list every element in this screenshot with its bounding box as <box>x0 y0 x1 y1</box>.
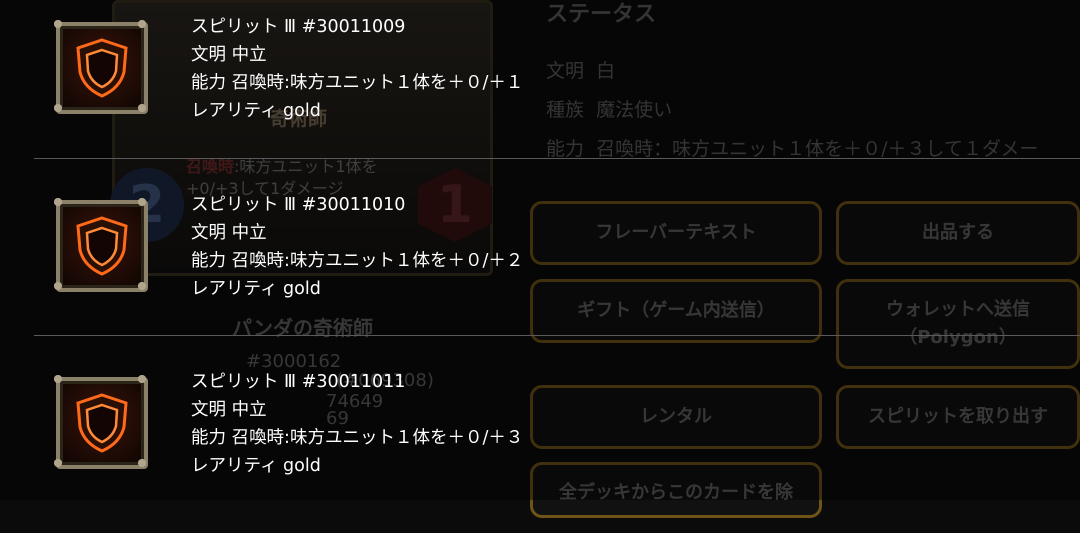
spirit-list-item[interactable]: スピリット Ⅲ #30011011 文明 中立 能力 召喚時:味方ユニット１体を… <box>0 355 1080 533</box>
list-divider <box>34 158 1080 159</box>
spirit-ability: 能力 召喚時:味方ユニット１体を＋０/＋３ <box>191 428 524 448</box>
spirit-civilization: 文明 中立 <box>191 45 267 65</box>
list-divider <box>34 335 1080 336</box>
spirit-civilization: 文明 中立 <box>191 400 267 420</box>
spirit-list-item[interactable]: スピリット Ⅲ #30011010 文明 中立 能力 召喚時:味方ユニット１体を… <box>0 178 1080 356</box>
spirit-rarity: レアリティ gold <box>191 456 321 476</box>
shield-icon <box>54 20 148 114</box>
spirit-rarity: レアリティ gold <box>191 101 321 121</box>
spirit-info: スピリット Ⅲ #30011011 文明 中立 能力 召喚時:味方ユニット１体を… <box>191 368 523 480</box>
spirit-civilization: 文明 中立 <box>191 223 267 243</box>
shield-icon <box>54 375 148 469</box>
spirit-title: スピリット Ⅲ #30011009 <box>191 17 406 37</box>
spirit-ability: 能力 召喚時:味方ユニット１体を＋０/＋１ <box>191 73 524 93</box>
spirit-title: スピリット Ⅲ #30011010 <box>191 195 406 215</box>
shield-icon <box>54 198 148 292</box>
spirit-info: スピリット Ⅲ #30011010 文明 中立 能力 召喚時:味方ユニット１体を… <box>191 191 523 303</box>
spirit-rarity: レアリティ gold <box>191 279 321 299</box>
spirit-ability: 能力 召喚時:味方ユニット１体を＋０/＋２ <box>191 251 524 271</box>
spirit-list: スピリット Ⅲ #30011009 文明 中立 能力 召喚時:味方ユニット１体を… <box>0 0 1080 500</box>
spirit-title: スピリット Ⅲ #30011011 <box>191 372 406 392</box>
spirit-info: スピリット Ⅲ #30011009 文明 中立 能力 召喚時:味方ユニット１体を… <box>191 13 523 125</box>
spirit-list-item[interactable]: スピリット Ⅲ #30011009 文明 中立 能力 召喚時:味方ユニット１体を… <box>0 0 1080 178</box>
